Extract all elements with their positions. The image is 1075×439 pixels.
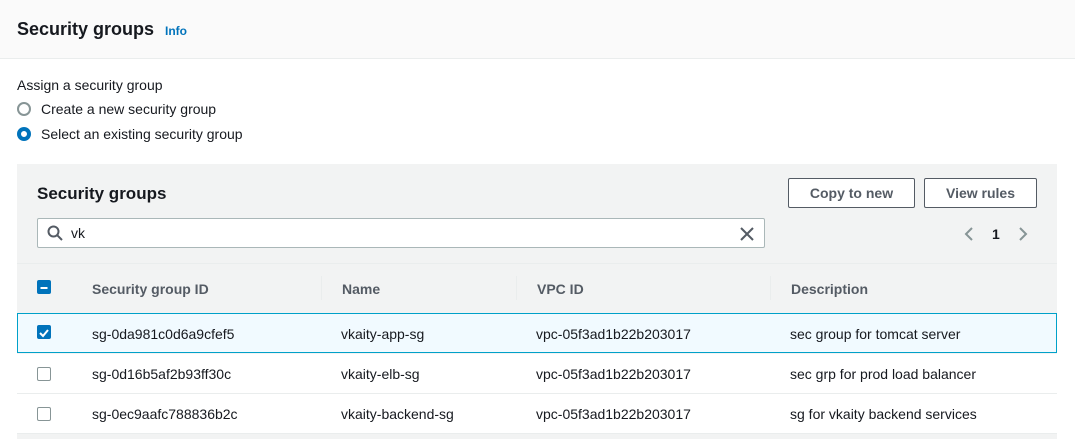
- cell-description: sec group for tomcat server: [790, 326, 961, 342]
- column-header-name[interactable]: Name: [342, 281, 380, 297]
- radio-label: Create a new security group: [41, 101, 217, 117]
- cell-sg-id: sg-0d16b5af2b93ff30c: [92, 366, 232, 382]
- radio-create-new[interactable]: Create a new security group: [17, 99, 216, 119]
- search-input[interactable]: [71, 225, 711, 241]
- check-icon: [39, 329, 49, 338]
- column-header-description[interactable]: Description: [791, 281, 868, 297]
- chevron-left-icon[interactable]: [961, 226, 977, 242]
- cell-description: sg for vkaity backend services: [790, 406, 977, 422]
- table-row[interactable]: sg-0d16b5af2b93ff30c vkaity-elb-sg vpc-0…: [17, 354, 1057, 394]
- cell-name: vkaity-elb-sg: [341, 366, 420, 382]
- section-header: Security groups Info: [0, 0, 1075, 59]
- column-header-vpc-id[interactable]: VPC ID: [537, 281, 584, 297]
- cell-name: vkaity-app-sg: [341, 326, 425, 342]
- cell-vpc-id: vpc-05f3ad1b22b203017: [536, 326, 691, 342]
- column-header-sg-id[interactable]: Security group ID: [92, 281, 209, 297]
- row-divider: [17, 433, 1057, 434]
- copy-to-new-button[interactable]: Copy to new: [788, 178, 915, 208]
- view-rules-button[interactable]: View rules: [924, 178, 1037, 208]
- radio-select-existing[interactable]: Select an existing security group: [17, 124, 243, 144]
- cell-vpc-id: vpc-05f3ad1b22b203017: [536, 406, 691, 422]
- select-all-checkbox[interactable]: [37, 280, 51, 294]
- cell-sg-id: sg-0da981c0d6a9cfef5: [92, 326, 235, 342]
- row-checkbox[interactable]: [37, 407, 51, 421]
- row-checkbox-checked[interactable]: [37, 325, 51, 339]
- table-row[interactable]: sg-0ec9aafc788836b2c vkaity-backend-sg v…: [17, 394, 1057, 434]
- row-checkbox[interactable]: [37, 367, 51, 381]
- security-groups-panel: Security groups Copy to new View rules 1…: [17, 164, 1057, 439]
- column-divider[interactable]: [770, 276, 771, 300]
- section-title: Security groups: [17, 19, 155, 39]
- cell-vpc-id: vpc-05f3ad1b22b203017: [536, 366, 691, 382]
- radio-button[interactable]: [17, 102, 31, 116]
- page-number[interactable]: 1: [992, 226, 1000, 242]
- cell-description: sec grp for prod load balancer: [790, 366, 976, 382]
- radio-button-selected[interactable]: [17, 127, 31, 141]
- cell-name: vkaity-backend-sg: [341, 406, 454, 422]
- table-header: Security group ID Name VPC ID Descriptio…: [17, 263, 1057, 313]
- close-icon[interactable]: [739, 226, 755, 242]
- panel-title: Security groups: [37, 184, 167, 203]
- column-divider[interactable]: [321, 276, 322, 300]
- pagination: 1: [961, 224, 1031, 244]
- assign-label: Assign a security group: [17, 77, 163, 93]
- radio-label: Select an existing security group: [41, 126, 243, 142]
- search-icon: [47, 225, 63, 241]
- cell-sg-id: sg-0ec9aafc788836b2c: [92, 406, 238, 422]
- minus-icon: [40, 287, 48, 289]
- info-link[interactable]: Info: [165, 24, 187, 38]
- chevron-right-icon[interactable]: [1015, 226, 1031, 242]
- search-box: [37, 218, 765, 248]
- table-row[interactable]: sg-0da981c0d6a9cfef5 vkaity-app-sg vpc-0…: [17, 313, 1057, 353]
- column-divider[interactable]: [516, 276, 517, 300]
